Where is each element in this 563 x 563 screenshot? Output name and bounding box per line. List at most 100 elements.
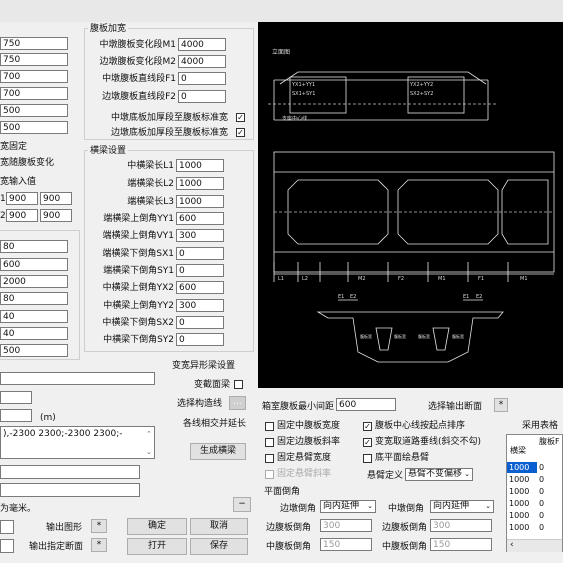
cad-sec-text-3: 腹板宽 <box>418 333 430 339</box>
width-pair-1a[interactable]: 900 <box>6 192 38 205</box>
min-gap-input[interactable]: 600 <box>336 398 396 411</box>
diaphragm-input-5[interactable]: 300 <box>176 229 224 242</box>
left-col-input-5[interactable]: 40 <box>0 310 68 323</box>
check-fixed-cantilever-slope[interactable] <box>265 470 274 479</box>
table-cell-6-2[interactable]: 0 <box>539 523 544 532</box>
diaphragm-input-4[interactable]: 600 <box>176 212 224 225</box>
table-cell-4-2[interactable]: 0 <box>539 499 544 508</box>
table-cell-3-2[interactable]: 0 <box>539 487 544 496</box>
diaphragm-input-9[interactable]: 300 <box>176 299 224 312</box>
width-pair-2b[interactable]: 900 <box>40 209 72 222</box>
cad-section-label-3: E1 <box>463 294 469 300</box>
output-section-star[interactable]: * <box>91 538 107 552</box>
left-col-input-4[interactable]: 80 <box>0 292 68 305</box>
web-row-input-3[interactable]: 0 <box>178 72 226 85</box>
cantilever-select[interactable]: 悬臂不变偏移 ⌄ <box>405 468 473 481</box>
ok-button[interactable]: 确定 <box>127 518 187 535</box>
left-input-2[interactable]: 750 <box>0 53 68 66</box>
check-fixed-edge-slope[interactable] <box>265 438 274 447</box>
select-output-star[interactable]: * <box>494 398 508 412</box>
cad-section-label-2: E2 <box>350 294 356 300</box>
output-graph-star[interactable]: * <box>91 519 107 533</box>
scroll-left-icon[interactable]: ‹ <box>510 540 514 551</box>
left-input-6[interactable]: 500 <box>0 121 68 134</box>
web-checkbox-1[interactable]: ✓ <box>236 113 245 122</box>
check-fixed-cantilever[interactable] <box>265 454 274 463</box>
table-cell-5-1[interactable]: 1000 <box>509 511 529 520</box>
left-col-input-7[interactable]: 500 <box>0 344 68 357</box>
web-row-input-2[interactable]: 4000 <box>178 55 226 68</box>
open-button[interactable]: 打开 <box>127 538 187 555</box>
table-cell-5-2[interactable]: 0 <box>539 511 544 520</box>
edge-pier-chamfer-select[interactable]: 向内延伸 ⌄ <box>320 500 376 513</box>
left-lower-input-4[interactable] <box>0 465 140 479</box>
edge-web-chamfer-input-2[interactable]: 300 <box>430 519 492 532</box>
table-cell-6-1[interactable]: 1000 <box>509 523 529 532</box>
table-cell-1-2[interactable]: 0 <box>539 463 544 472</box>
table-cell-1-1[interactable]: 1000 <box>509 463 529 472</box>
table-cell-4-1[interactable]: 1000 <box>509 499 529 508</box>
diaphragm-input-6[interactable]: 0 <box>176 247 224 260</box>
diaphragm-input-11[interactable]: 0 <box>176 333 224 346</box>
mid-web-chamfer-label-2: 中腹板倒角 <box>382 542 428 552</box>
cad-label-1: YX1+YY1 <box>291 82 315 88</box>
diaphragm-input-8[interactable]: 600 <box>176 281 224 294</box>
left-lower-input-5[interactable] <box>0 483 140 497</box>
data-table[interactable]: 横梁 腹板F 1000 0 1000 0 1000 0 1000 0 1000 … <box>506 434 563 552</box>
left-input-4[interactable]: 700 <box>0 87 68 100</box>
left-col-input-6[interactable]: 40 <box>0 327 68 340</box>
mid-web-chamfer-input[interactable]: 150 <box>320 538 372 551</box>
diaphragm-input-10[interactable]: 0 <box>176 316 224 329</box>
diaphragm-input-1[interactable]: 1000 <box>176 159 224 172</box>
select-output-label: 选择输出断面 <box>428 402 483 412</box>
check-road-normal-label: 变宽取道路垂线(斜交不勾) <box>375 437 482 447</box>
table-cell-2-1[interactable]: 1000 <box>509 475 529 484</box>
left-lower-input-3[interactable] <box>0 409 32 422</box>
bottom-small-input-1[interactable] <box>0 520 14 534</box>
mid-web-chamfer-input-2[interactable]: 150 <box>430 538 492 551</box>
cad-dim-6: F1 <box>478 276 484 282</box>
width-pair-1b[interactable]: 900 <box>40 192 72 205</box>
diaphragm-input-3[interactable]: 1000 <box>176 195 224 208</box>
left-col-input-2[interactable]: 600 <box>0 258 68 271</box>
left-input-5[interactable]: 500 <box>0 104 68 117</box>
diaphragm-title: 横梁设置 <box>88 145 129 157</box>
min-gap-label: 箱室腹板最小间距 <box>262 402 335 412</box>
diaphragm-label-8: 中横梁上倒角YX2 <box>102 283 174 293</box>
generate-beam-button[interactable]: 生成横梁 <box>190 443 246 460</box>
left-col-input-1[interactable]: 80 <box>0 240 68 253</box>
left-lower-input-1[interactable] <box>0 372 155 385</box>
edge-web-chamfer-input[interactable]: 300 <box>320 519 372 532</box>
table-cell-2-2[interactable]: 0 <box>539 475 544 484</box>
left-input-1[interactable]: 750 <box>0 37 68 50</box>
web-checkbox-2[interactable]: ✓ <box>236 128 245 137</box>
diaphragm-input-7[interactable]: 0 <box>176 264 224 277</box>
minus-button[interactable]: − <box>233 497 251 512</box>
cad-label-2: SX1+SY1 <box>292 91 315 97</box>
cad-preview[interactable]: 立面图 YX1+YY1 SX1+SY1 YX2+YY2 SX2+SY2 支座中心… <box>258 22 563 388</box>
table-hscrollbar[interactable]: ‹ <box>507 539 562 552</box>
check-bottom-cantilever[interactable] <box>363 454 372 463</box>
select-line-button[interactable]: ... <box>229 396 246 410</box>
scroll-up-icon[interactable]: ⌃ <box>146 428 152 440</box>
web-row-input-4[interactable]: 0 <box>178 90 226 103</box>
left-col-input-3[interactable]: 2000 <box>0 275 68 288</box>
web-row-label-1: 中墩腹板变化段M1 <box>99 40 177 50</box>
bottom-small-input-2[interactable] <box>0 539 14 553</box>
left-lower-input-2[interactable] <box>0 391 32 404</box>
diaphragm-input-2[interactable]: 1000 <box>176 177 224 190</box>
width-pair-2a[interactable]: 900 <box>6 209 38 222</box>
long-textarea[interactable]: ),-2300 2300;-2300 2300;- ⌃ ⌄ <box>0 426 155 459</box>
scroll-down-icon[interactable]: ⌄ <box>146 446 152 458</box>
check-road-normal[interactable]: ✓ <box>363 438 372 447</box>
table-cell-3-1[interactable]: 1000 <box>509 487 529 496</box>
web-row-input-1[interactable]: 4000 <box>178 38 226 51</box>
left-input-3[interactable]: 700 <box>0 70 68 83</box>
cross-section-checkbox[interactable] <box>234 380 243 389</box>
check-web-sort[interactable]: ✓ <box>363 422 372 431</box>
cancel-button[interactable]: 取消 <box>190 518 248 535</box>
check-fixed-mid-web[interactable] <box>265 422 274 431</box>
save-button[interactable]: 保存 <box>190 538 248 555</box>
mid-pier-chamfer-select[interactable]: 向内延伸 ⌄ <box>430 500 494 513</box>
cantilever-select-value: 悬臂不变偏移 <box>408 469 463 479</box>
